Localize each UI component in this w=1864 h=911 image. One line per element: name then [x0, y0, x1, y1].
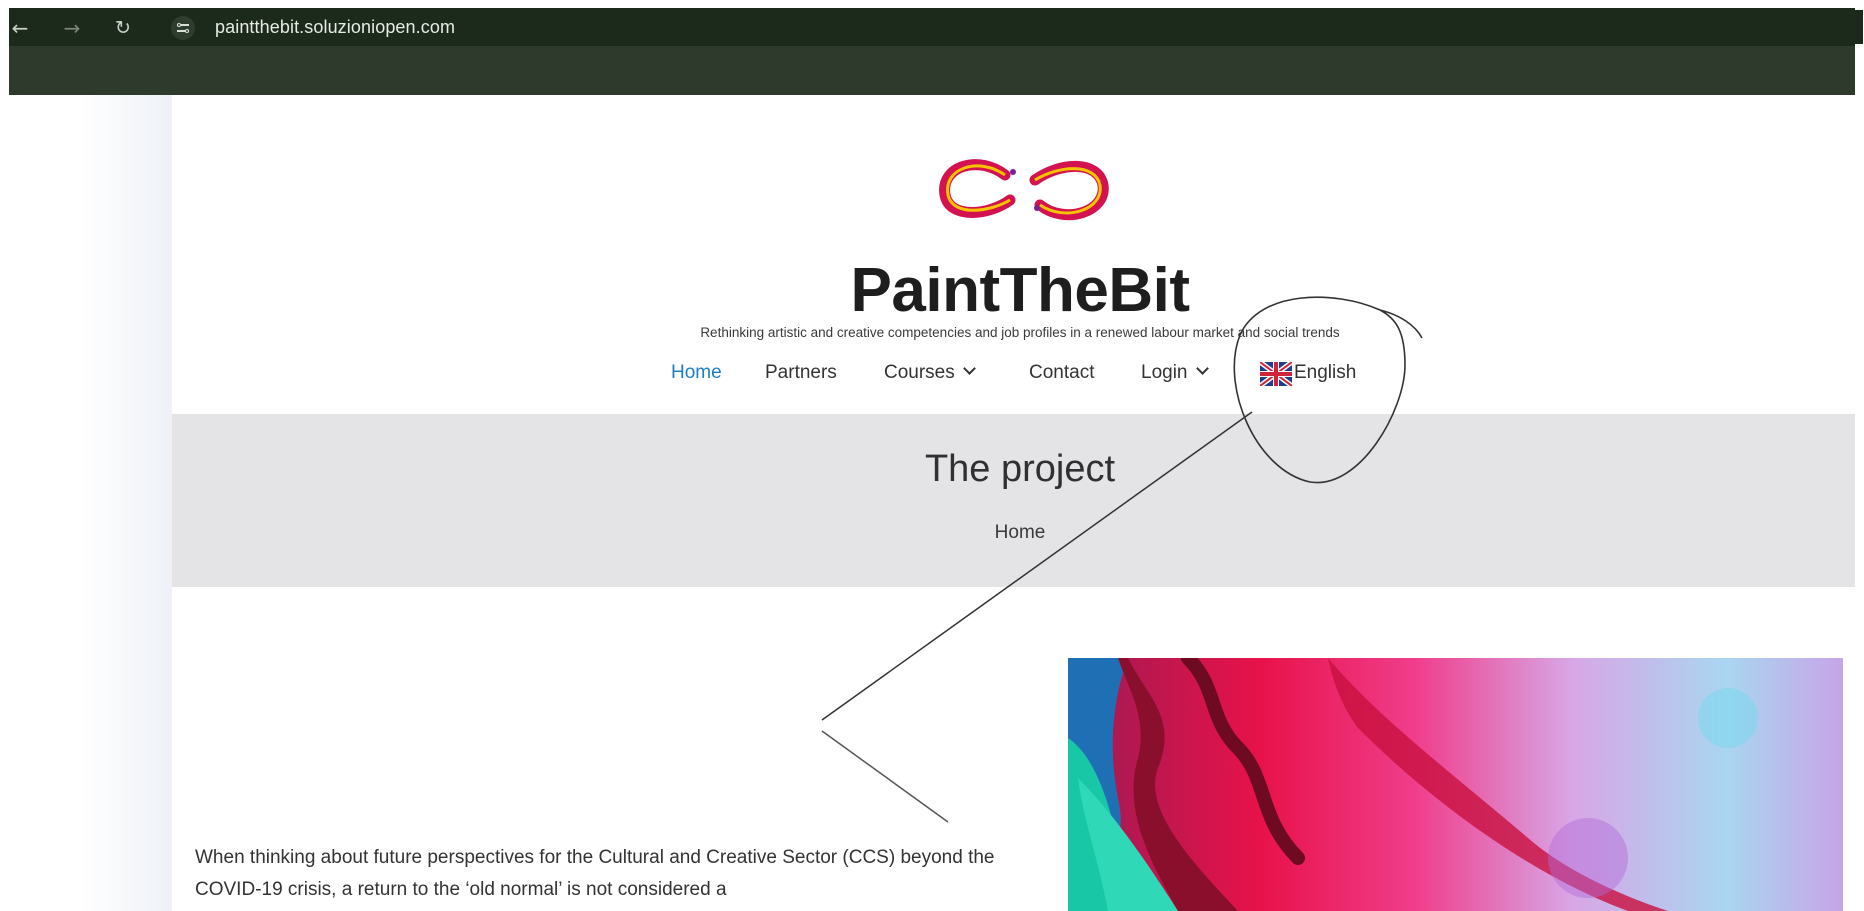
arrow-left-icon[interactable]: ← [9, 17, 31, 39]
menu-item-partners[interactable]: Partners [765, 360, 837, 386]
chevron-down-icon [962, 362, 976, 375]
breadcrumb[interactable]: Home [900, 522, 1140, 544]
browser-address-bar-row: ← → ↻ paintthebit.soluzioniopen.com [9, 8, 1863, 46]
menu-item-language[interactable]: English [1294, 360, 1356, 386]
uk-flag-icon[interactable] [1260, 362, 1292, 386]
menu-item-contact[interactable]: Contact [1029, 360, 1094, 386]
page-title: The project [924, 448, 1116, 490]
chevron-down-icon [1195, 362, 1209, 375]
screen: ← → ↻ paintthebit.soluzioniopen.com Pain… [0, 0, 1864, 911]
address-bar[interactable]: paintthebit.soluzioniopen.com [163, 10, 1863, 44]
menu-item-courses[interactable]: Courses [884, 360, 976, 386]
arrow-right-icon[interactable]: → [61, 17, 83, 39]
intro-paragraph: When thinking about future perspectives … [195, 847, 995, 900]
menu-item-login[interactable]: Login [1141, 360, 1209, 386]
page-header-banner [172, 414, 1855, 587]
browser-toolbar: ← → ↻ paintthebit.soluzioniopen.com [9, 8, 1863, 95]
url-text[interactable]: paintthebit.soluzioniopen.com [215, 17, 455, 38]
abstract-paint-image [1068, 658, 1843, 911]
paint-swirl-logo[interactable] [935, 150, 1115, 230]
site-tagline: Rethinking artistic and creative compete… [700, 325, 1340, 340]
site-title[interactable]: PaintTheBit [700, 255, 1340, 326]
tune-icon[interactable] [171, 16, 195, 40]
page-shadow [80, 95, 172, 911]
menu-item-home[interactable]: Home [671, 360, 722, 386]
reload-icon[interactable]: ↻ [112, 17, 134, 39]
